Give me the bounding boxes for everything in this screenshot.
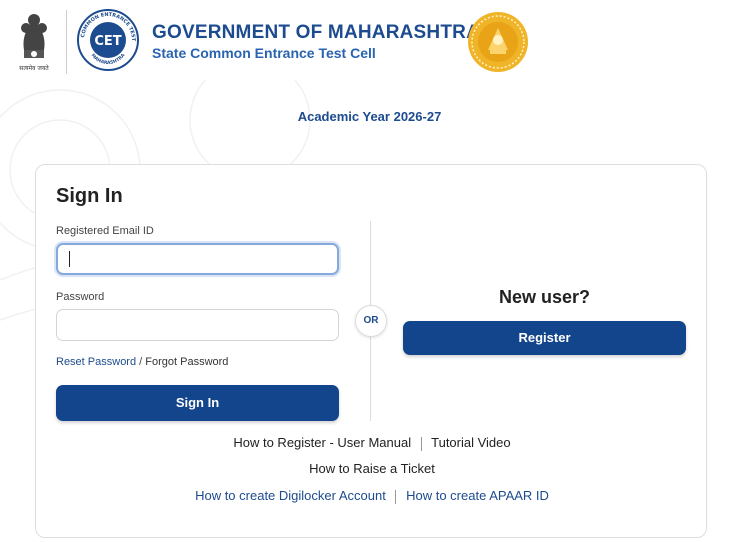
apaar-link[interactable]: How to create APAAR ID xyxy=(406,488,549,503)
help-links-row-3: How to create Digilocker Account How to … xyxy=(36,488,708,504)
login-card: Sign In Registered Email ID Password Res… xyxy=(35,164,707,538)
help-links-row-2: How to Raise a Ticket xyxy=(36,461,708,476)
national-emblem-icon: सत्यमेव जयते xyxy=(19,14,49,72)
org-subtitle: State Common Entrance Test Cell xyxy=(152,45,376,61)
tutorial-video-link[interactable]: Tutorial Video xyxy=(431,435,511,450)
header: सत्यमेव जयते STATE COMMON ENTRANCE TEST … xyxy=(0,0,739,90)
new-user-heading: New user? xyxy=(498,287,591,307)
or-badge: OR xyxy=(355,305,387,337)
link-separator xyxy=(420,436,422,451)
reset-password-link[interactable]: Reset Password xyxy=(56,356,136,368)
how-to-register-link[interactable]: How to Register - xyxy=(233,435,333,450)
maharashtra-seal-icon xyxy=(468,12,528,72)
reset-forgot-row: Reset Password / Forgot Password xyxy=(56,356,228,368)
cet-logo: STATE COMMON ENTRANCE TEST CELL MAHARASH… xyxy=(76,8,139,71)
register-button[interactable]: Register xyxy=(403,321,686,355)
reset-separator: / xyxy=(139,356,143,368)
signin-title: Sign In xyxy=(56,185,123,207)
email-field[interactable] xyxy=(56,243,339,275)
raise-ticket-link[interactable]: How to Raise a Ticket xyxy=(309,461,435,476)
signin-button[interactable]: Sign In xyxy=(56,385,339,421)
cet-initials: CET xyxy=(94,34,121,49)
academic-year: Academic Year 2026-27 xyxy=(297,109,442,124)
digilocker-link[interactable]: How to create Digilocker Account xyxy=(195,488,386,503)
text-caret xyxy=(69,251,70,267)
org-title: GOVERNMENT OF MAHARASHTRA xyxy=(152,22,480,43)
link-separator xyxy=(395,489,397,504)
email-label: Registered Email ID xyxy=(56,225,154,237)
password-field[interactable] xyxy=(56,309,339,341)
password-label: Password xyxy=(56,291,105,303)
user-manual-link[interactable]: User Manual xyxy=(337,435,411,450)
header-divider xyxy=(66,10,67,74)
emblem-motto: सत्यमेव जयते xyxy=(19,64,49,72)
help-links-row-1: How to Register - User Manual Tutorial V… xyxy=(36,435,708,451)
forgot-password-link[interactable]: Forgot Password xyxy=(145,356,228,368)
